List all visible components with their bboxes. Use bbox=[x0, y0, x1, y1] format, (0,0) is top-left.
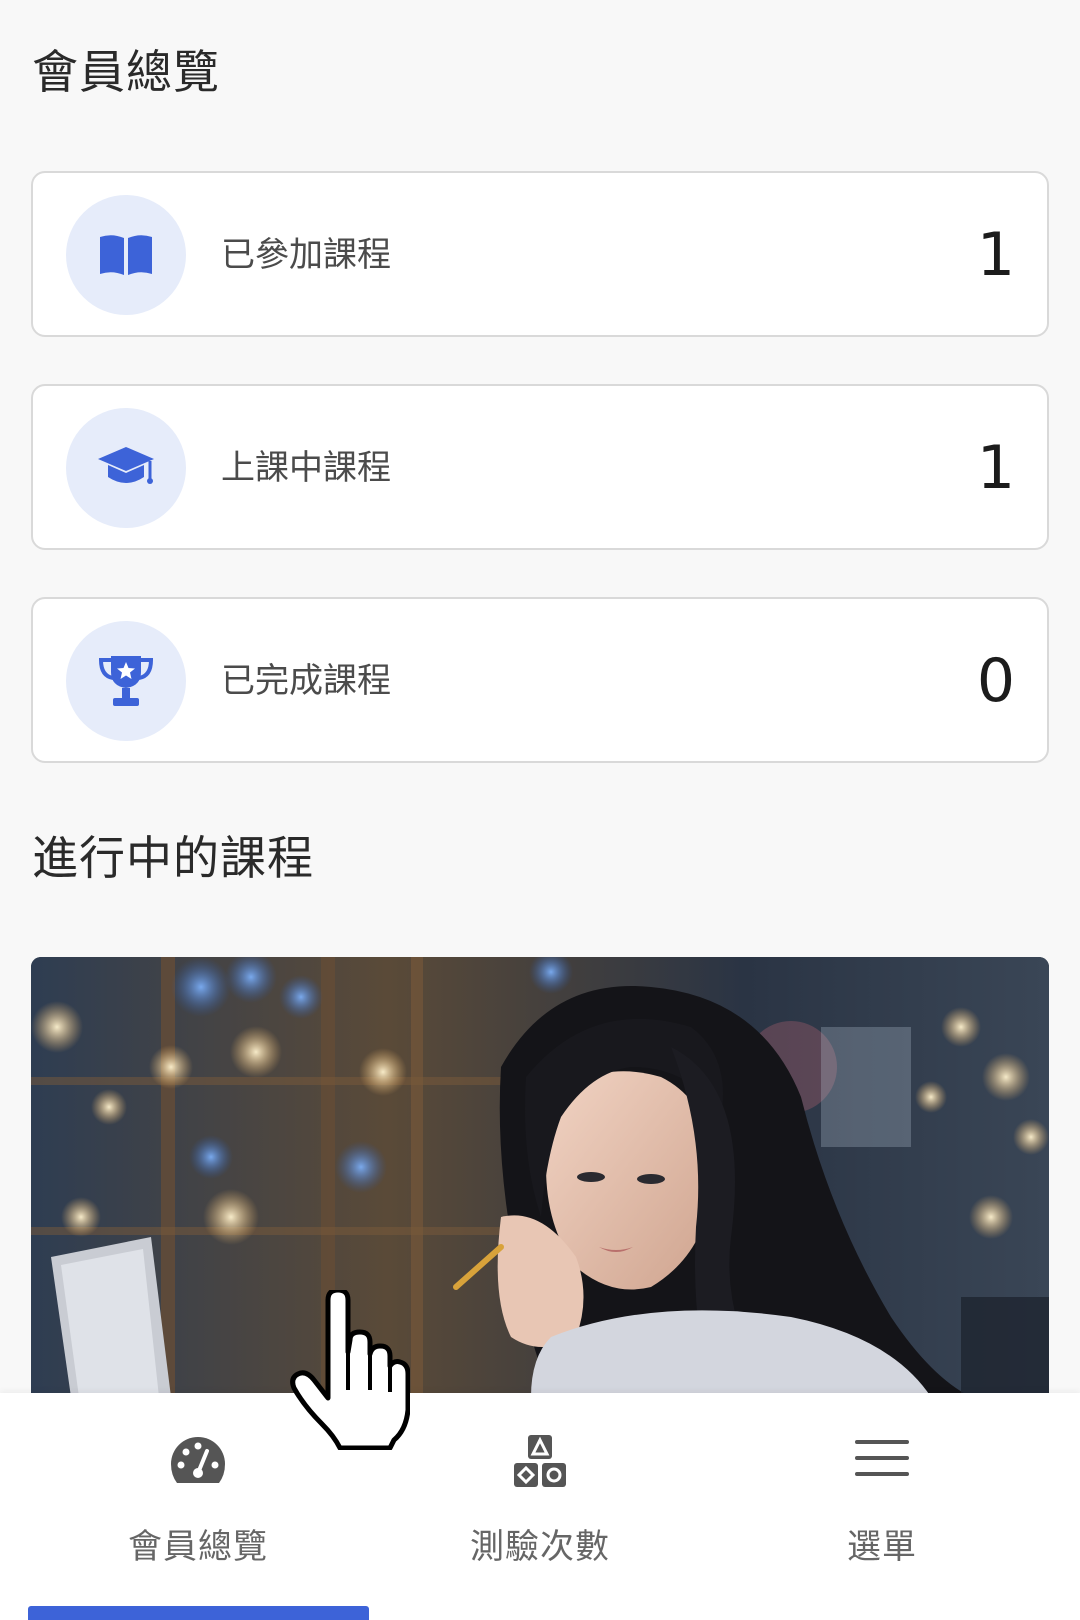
stat-label: 上課中課程 bbox=[221, 448, 391, 488]
stat-card-completed-courses[interactable]: 已完成課程 0 bbox=[31, 597, 1049, 763]
nav-label: 選單 bbox=[847, 1527, 917, 1567]
nav-label: 測驗次數 bbox=[470, 1527, 610, 1567]
stat-value: 1 bbox=[976, 220, 1015, 290]
course-thumbnail[interactable] bbox=[31, 957, 1049, 1397]
graduation-cap-icon bbox=[98, 447, 154, 484]
stat-icon-circle bbox=[66, 621, 186, 741]
stat-icon-circle bbox=[66, 195, 186, 315]
nav-tab-quiz-count[interactable]: 測驗次數 bbox=[360, 1393, 720, 1620]
in-progress-title: 進行中的課程 bbox=[32, 831, 314, 885]
nav-tab-menu[interactable]: 選單 bbox=[702, 1393, 1062, 1620]
shapes-blocks-icon bbox=[514, 1435, 566, 1487]
stat-card-ongoing-courses[interactable]: 上課中課程 1 bbox=[31, 384, 1049, 550]
stat-card-joined-courses[interactable]: 已參加課程 1 bbox=[31, 171, 1049, 337]
stat-value: 1 bbox=[976, 433, 1015, 503]
active-tab-indicator bbox=[28, 1606, 369, 1620]
stat-icon-circle bbox=[66, 408, 186, 528]
hand-pointer-cursor-icon bbox=[290, 1290, 410, 1450]
trophy-icon bbox=[98, 656, 154, 706]
stat-value: 0 bbox=[976, 646, 1015, 716]
hamburger-menu-icon bbox=[855, 1440, 909, 1476]
open-book-icon bbox=[100, 235, 152, 275]
bottom-navigation: 會員總覽 測驗次數 選單 bbox=[0, 1393, 1080, 1620]
dashboard-gauge-icon bbox=[171, 1437, 225, 1483]
stat-label: 已完成課程 bbox=[221, 661, 391, 701]
stat-label: 已參加課程 bbox=[221, 235, 391, 275]
course-photo bbox=[31, 957, 1049, 1397]
page-title: 會員總覽 bbox=[32, 45, 220, 99]
member-overview-page: 會員總覽 已參加課程 1 上課中課程 1 已完成課程 0 進行中的課程 會員總覽… bbox=[0, 0, 1080, 1620]
nav-label: 會員總覽 bbox=[128, 1527, 268, 1567]
